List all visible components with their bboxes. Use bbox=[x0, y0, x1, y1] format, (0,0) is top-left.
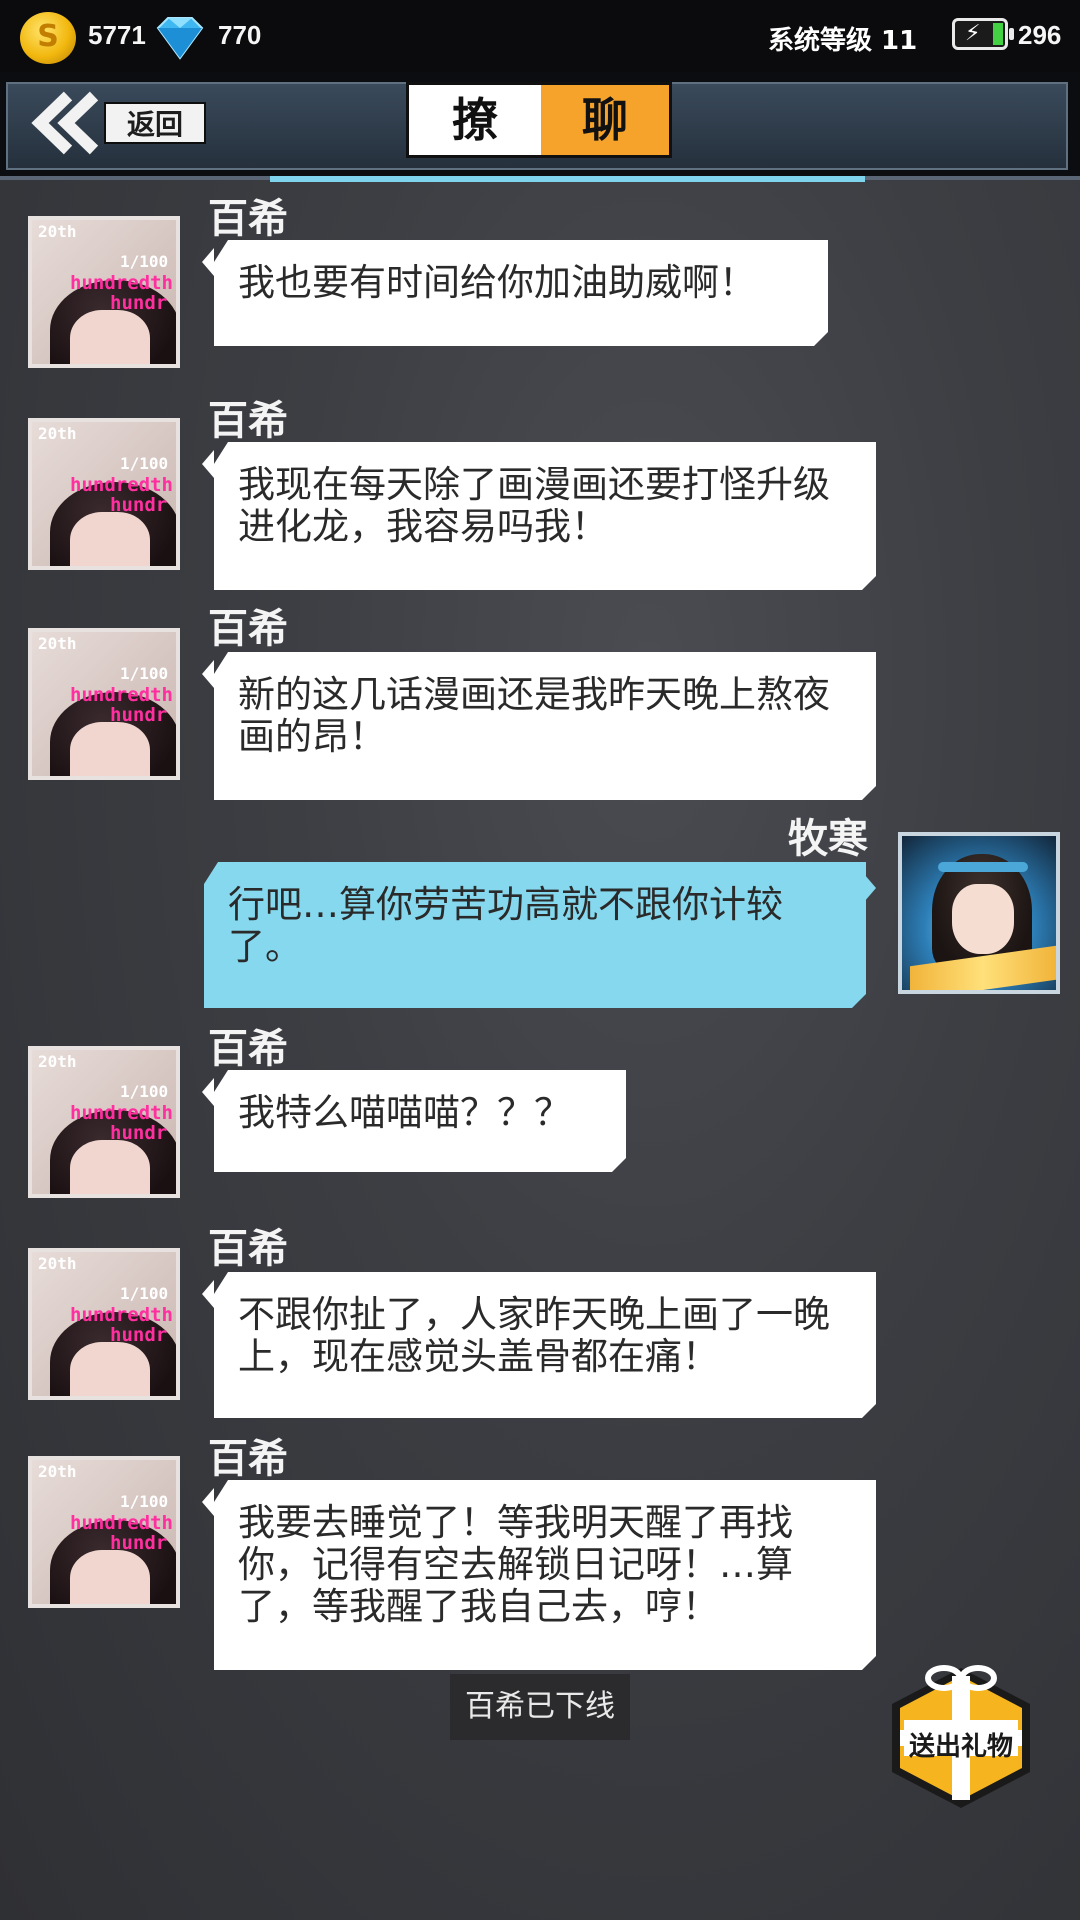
sender-name-self: 牧寒 bbox=[788, 816, 868, 862]
sender-name: 百希 bbox=[208, 1436, 288, 1482]
contact-avatar[interactable]: 20th 1/100 hundredth hundr bbox=[28, 1046, 180, 1198]
sender-name: 百希 bbox=[208, 398, 288, 444]
gift-label: 送出礼物 bbox=[908, 1732, 1013, 1762]
message-bubble: 我要去睡觉了！等我明天醒了再找你，记得有空去解锁日记呀！…算了，等我醒了我自己去… bbox=[214, 1480, 876, 1670]
status-bar: S 5771 770 系统等级 11 ⚡ 296 bbox=[0, 0, 1080, 72]
double-chevron-left-icon bbox=[31, 91, 99, 155]
message-bubble: 新的这几话漫画还是我昨天晚上熬夜画的昂！ bbox=[214, 652, 876, 800]
bubble-tail bbox=[202, 450, 214, 478]
contact-avatar[interactable]: 20th 1/100 hundredth hundr bbox=[28, 418, 180, 570]
message-bubble: 我现在每天除了画漫画还要打怪升级进化龙，我容易吗我！ bbox=[214, 442, 876, 590]
title-part2: 聊 bbox=[541, 85, 669, 155]
send-gift-button[interactable]: 送出礼物 bbox=[886, 1664, 1036, 1812]
bubble-tail bbox=[202, 1488, 214, 1516]
sender-name: 百希 bbox=[208, 1026, 288, 1072]
contact-avatar[interactable]: 20th 1/100 hundredth hundr bbox=[28, 1456, 180, 1608]
contact-avatar[interactable]: 20th 1/100 hundredth hundr bbox=[28, 1248, 180, 1400]
diamond-count: 770 bbox=[218, 20, 262, 50]
coin-count: 5771 bbox=[88, 20, 146, 50]
back-button[interactable]: 返回 bbox=[28, 90, 206, 156]
diamond-icon bbox=[156, 17, 204, 60]
offline-status: 百希已下线 bbox=[450, 1674, 630, 1740]
message-bubble: 我特么喵喵喵？？？ bbox=[214, 1070, 626, 1172]
user-avatar[interactable] bbox=[898, 832, 1060, 994]
contact-avatar[interactable]: 20th 1/100 hundredth hundr bbox=[28, 628, 180, 780]
coin-icon: S bbox=[20, 12, 76, 64]
title-part1: 撩 bbox=[409, 85, 541, 155]
page-title: 撩 聊 bbox=[406, 82, 672, 158]
battery-icon: ⚡ bbox=[952, 18, 1014, 50]
bubble-tail bbox=[202, 1280, 214, 1308]
contact-avatar[interactable]: 20th 1/100 hundredth hundr bbox=[28, 216, 180, 368]
energy-count: 296 bbox=[1018, 20, 1062, 50]
bubble-tail bbox=[202, 660, 214, 688]
sender-name: 百希 bbox=[208, 1226, 288, 1272]
message-bubble: 我也要有时间给你加油助威啊！ bbox=[214, 240, 828, 346]
message-bubble: 不跟你扯了，人家昨天晚上画了一晚上，现在感觉头盖骨都在痛！ bbox=[214, 1272, 876, 1418]
sender-name: 百希 bbox=[208, 196, 288, 242]
system-level: 系统等级 11 bbox=[768, 26, 918, 56]
bubble-tail bbox=[202, 248, 214, 276]
message-bubble-self: 行吧…算你劳苦功高就不跟你计较了。 bbox=[204, 862, 866, 1008]
back-label: 返回 bbox=[104, 102, 206, 144]
bubble-tail bbox=[202, 1078, 214, 1106]
sender-name: 百希 bbox=[208, 606, 288, 652]
